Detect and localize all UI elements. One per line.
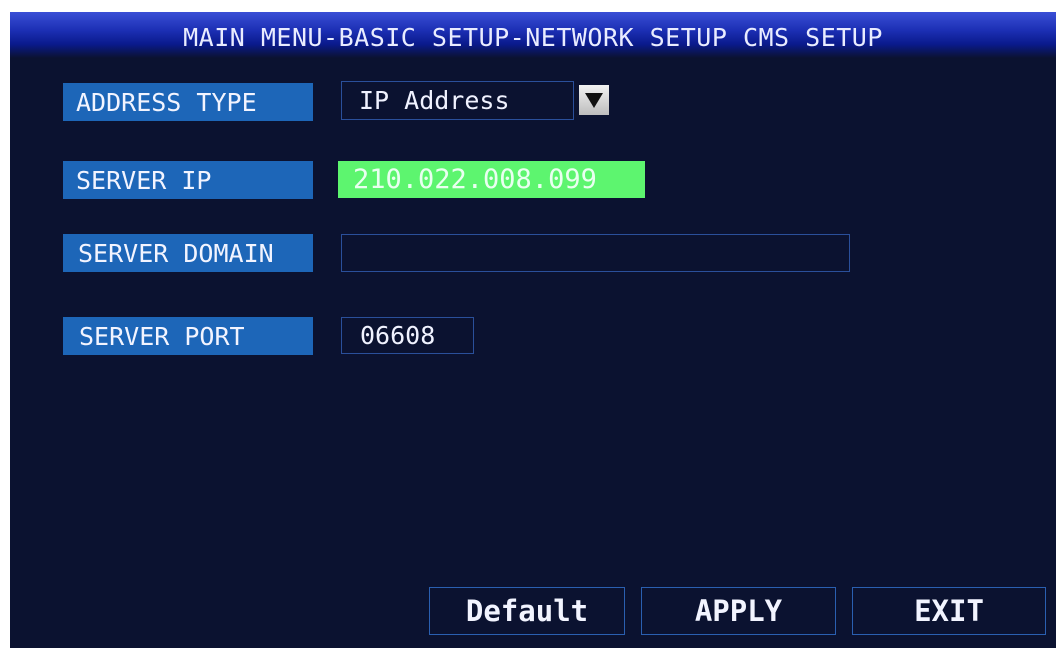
exit-button-label: EXIT [914, 594, 984, 628]
server-ip-field[interactable]: 210.022.008.099 [338, 161, 645, 198]
title-bar: MAIN MENU-BASIC SETUP-NETWORK SETUP CMS … [10, 12, 1056, 58]
server-domain-field[interactable] [341, 234, 850, 272]
server-port-value: 06608 [360, 321, 436, 350]
cms-setup-screen: MAIN MENU-BASIC SETUP-NETWORK SETUP CMS … [10, 12, 1056, 648]
server-domain-label-text: SERVER DOMAIN [78, 238, 274, 268]
server-port-label: SERVER PORT [63, 317, 313, 355]
dropdown-arrow-icon[interactable] [579, 85, 609, 115]
default-button[interactable]: Default [429, 587, 625, 635]
apply-button[interactable]: APPLY [641, 587, 836, 635]
server-ip-label-text: SERVER IP [76, 165, 212, 195]
exit-button[interactable]: EXIT [852, 587, 1046, 635]
server-ip-label: SERVER IP [63, 161, 313, 199]
server-ip-value: 210.022.008.099 [353, 164, 597, 195]
address-type-value: IP Address [359, 86, 510, 115]
default-button-label: Default [465, 594, 589, 628]
server-port-label-text: SERVER PORT [79, 321, 245, 351]
server-domain-label: SERVER DOMAIN [63, 234, 313, 272]
server-port-field[interactable]: 06608 [341, 317, 474, 354]
address-type-select[interactable]: IP Address [341, 81, 609, 120]
page-title: MAIN MENU-BASIC SETUP-NETWORK SETUP CMS … [183, 22, 883, 52]
address-type-label-text: ADDRESS TYPE [76, 87, 257, 117]
address-type-label: ADDRESS TYPE [63, 83, 313, 121]
apply-button-label: APPLY [694, 594, 783, 628]
